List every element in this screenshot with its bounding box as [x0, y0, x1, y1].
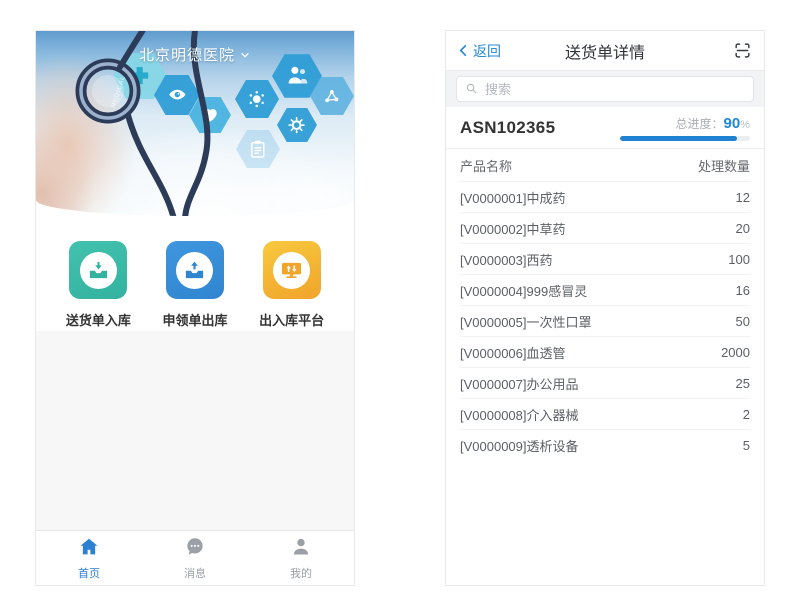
app-label: 出入库平台 [259, 310, 324, 329]
hospital-selector[interactable]: 北京明德医院 [36, 44, 354, 65]
tab-label: 我的 [290, 565, 312, 581]
progress-text: 总进度：90% [620, 115, 750, 133]
table-row[interactable]: [V0000006]血透管 2000 [460, 337, 750, 368]
app-label: 申领单出库 [162, 310, 227, 329]
hospital-name: 北京明德医院 [139, 44, 235, 65]
chevron-down-icon [239, 49, 251, 61]
product-qty: 2000 [721, 345, 750, 360]
nav-bar: 返回 送货单详情 [446, 31, 764, 71]
tab-label: 首页 [78, 565, 100, 581]
search-strip [446, 71, 764, 107]
inbox-in-tile [69, 241, 127, 299]
table-row[interactable]: [V0000001]中成药 12 [460, 182, 750, 213]
chevron-left-icon [456, 43, 471, 58]
tab-label: 消息 [184, 565, 206, 581]
product-qty: 20 [736, 221, 750, 236]
product-qty: 5 [743, 438, 750, 453]
product-qty: 100 [728, 252, 750, 267]
hero-banner: MEDICAL 北京明德医院 [36, 31, 354, 216]
progress-label: 总进度： [676, 117, 724, 131]
back-label: 返回 [473, 41, 501, 61]
inbox-in-icon [80, 252, 117, 289]
progress-bar-fill [620, 136, 737, 141]
asn-summary-row: ASN102365 总进度：90% [446, 107, 764, 149]
tab-person[interactable]: 我的 [266, 536, 336, 581]
product-qty: 12 [736, 190, 750, 205]
tab-bar: 首页 消息 我的 [36, 530, 354, 585]
search-icon [464, 81, 479, 96]
table-row[interactable]: [V0000003]西药 100 [460, 244, 750, 275]
person-icon [290, 536, 312, 563]
inbox-out-tile [166, 241, 224, 299]
search-input[interactable] [456, 76, 754, 102]
product-name: [V0000009]透析设备 [460, 436, 579, 455]
table-row[interactable]: [V0000008]介入器械 2 [460, 399, 750, 430]
progress-unit: % [740, 119, 750, 131]
asn-number: ASN102365 [460, 118, 555, 138]
platform-tile [263, 241, 321, 299]
message-icon [184, 536, 206, 563]
product-table: 产品名称 处理数量 [V0000001]中成药 12 [V0000002]中草药 20… [446, 149, 764, 461]
product-name: [V0000008]介入器械 [460, 405, 579, 424]
product-qty: 2 [743, 407, 750, 422]
app-grid: 送货单入库 申领单出库 出入库平台 [36, 216, 354, 331]
product-name: [V0000001]中成药 [460, 188, 566, 207]
table-row[interactable]: [V0000005]一次性口罩 50 [460, 306, 750, 337]
inbox-out-icon [176, 252, 213, 289]
tab-message[interactable]: 消息 [160, 536, 230, 581]
column-name-header: 产品名称 [460, 156, 512, 175]
delivery-detail-screen: 返回 送货单详情 ASN102365 总进度：90% [445, 30, 765, 586]
platform-icon [273, 252, 310, 289]
scan-icon [733, 41, 752, 60]
progress-block: 总进度：90% [620, 115, 750, 141]
progress-bar-track [620, 136, 750, 141]
tab-home[interactable]: 首页 [54, 536, 124, 581]
app-entry-inbox-out[interactable]: 申领单出库 [155, 241, 235, 331]
table-row[interactable]: [V0000009]透析设备 5 [460, 430, 750, 461]
progress-value: 90 [724, 115, 741, 132]
screenshot-canvas: MEDICAL 北京明德医院 送货单入库 申领单出库 出入库平台 首页 消息 我的 返回… [0, 0, 800, 603]
product-qty: 50 [736, 314, 750, 329]
home-icon [78, 536, 100, 563]
product-name: [V0000004]999感冒灵 [460, 281, 587, 300]
app-entry-inbox-in[interactable]: 送货单入库 [58, 241, 138, 331]
product-name: [V0000005]一次性口罩 [460, 312, 592, 331]
product-qty: 25 [736, 376, 750, 391]
back-button[interactable]: 返回 [456, 41, 501, 61]
app-label: 送货单入库 [66, 310, 131, 329]
content-spacer [36, 331, 354, 530]
product-name: [V0000003]西药 [460, 250, 553, 269]
product-name: [V0000002]中草药 [460, 219, 566, 238]
scan-button[interactable] [733, 41, 752, 60]
app-entry-platform[interactable]: 出入库平台 [252, 241, 332, 331]
product-name: [V0000007]办公用品 [460, 374, 579, 393]
product-name: [V0000006]血透管 [460, 343, 566, 362]
product-qty: 16 [736, 283, 750, 298]
table-header: 产品名称 处理数量 [460, 149, 750, 182]
table-row[interactable]: [V0000007]办公用品 25 [460, 368, 750, 399]
column-qty-header: 处理数量 [698, 156, 750, 175]
home-screen: MEDICAL 北京明德医院 送货单入库 申领单出库 出入库平台 首页 消息 我的 [35, 30, 355, 586]
table-row[interactable]: [V0000004]999感冒灵 16 [460, 275, 750, 306]
search-box [456, 76, 754, 102]
table-row[interactable]: [V0000002]中草药 20 [460, 213, 750, 244]
